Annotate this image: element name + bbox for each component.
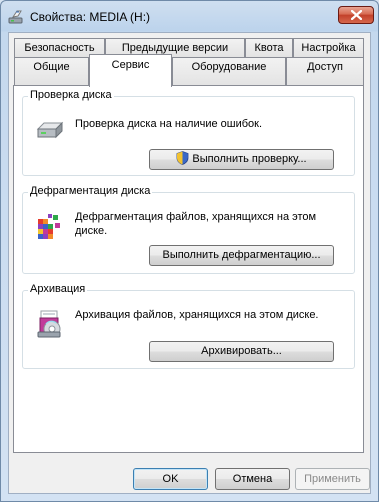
tab-general[interactable]: Общие <box>14 57 89 86</box>
title-bar[interactable]: Свойства: MEDIA (H:) <box>1 1 378 33</box>
ok-button[interactable]: OK <box>133 468 208 490</box>
uac-shield-icon <box>176 151 189 172</box>
dialog-client-area: Безопасность Предыдущие версии Квота Нас… <box>8 32 371 494</box>
tab-quota[interactable]: Квота <box>245 38 293 57</box>
backup-icon <box>36 309 64 342</box>
check-now-label: Выполнить проверку... <box>192 153 307 165</box>
properties-window: Свойства: MEDIA (H:) Безопасность Предыд… <box>0 0 379 502</box>
group-title-error-checking: Проверка диска <box>28 89 114 101</box>
close-icon <box>351 10 362 20</box>
drive-properties-icon <box>8 9 24 25</box>
apply-button[interactable]: Применить <box>295 468 370 490</box>
description-error-checking: Проверка диска на наличие ошибок. <box>75 118 263 130</box>
check-now-button[interactable]: Выполнить проверку... <box>149 149 334 170</box>
hard-drive-icon <box>36 119 64 144</box>
description-defragmentation: Дефрагментация файлов, хранящихся на это… <box>75 211 317 237</box>
close-button[interactable] <box>338 6 374 24</box>
group-defragmentation: Дефрагментация диска Дефрагментация файл… <box>22 185 355 274</box>
group-title-defragmentation: Дефрагментация диска <box>28 185 153 197</box>
group-backup: Архивация Архивация файлов, хранящихся н… <box>22 283 355 369</box>
group-title-backup: Архивация <box>28 283 88 295</box>
tab-sharing[interactable]: Доступ <box>286 57 364 86</box>
tab-customize[interactable]: Настройка <box>293 38 364 57</box>
group-error-checking: Проверка диска Проверка диска на наличие… <box>22 89 355 176</box>
tab-tools[interactable]: Сервис <box>89 54 172 87</box>
cancel-button[interactable]: Отмена <box>215 468 290 490</box>
defrag-icon <box>36 211 62 246</box>
tab-hardware[interactable]: Оборудование <box>172 57 286 86</box>
defragment-now-button[interactable]: Выполнить дефрагментацию... <box>149 245 334 266</box>
window-title: Свойства: MEDIA (H:) <box>30 10 151 24</box>
tab-page-tools: Проверка диска Проверка диска на наличие… <box>13 85 364 453</box>
description-backup: Архивация файлов, хранящихся на этом дис… <box>75 309 319 321</box>
backup-now-button[interactable]: Архивировать... <box>149 341 334 362</box>
